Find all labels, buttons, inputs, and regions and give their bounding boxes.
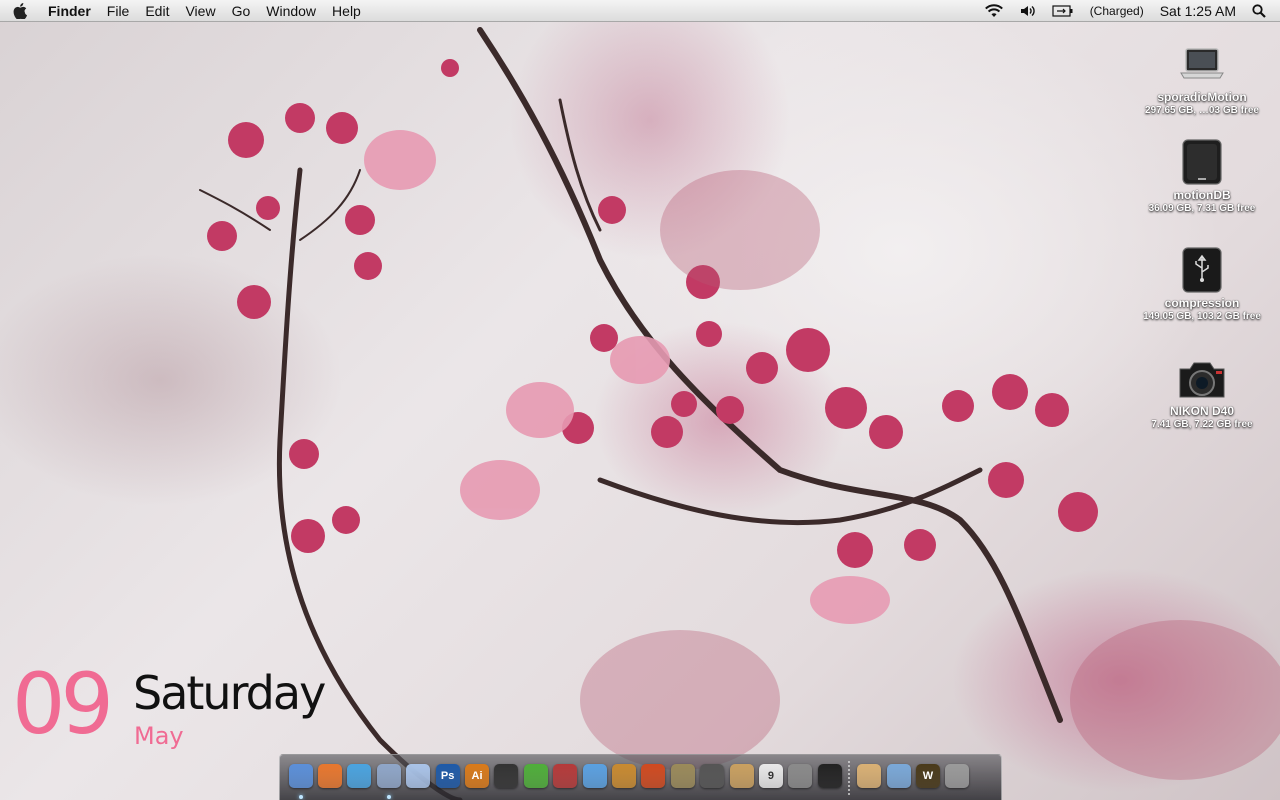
drive-name: sporadicMotion <box>1157 90 1247 104</box>
drive-info: 297.65 GB, …03 GB free <box>1145 105 1259 116</box>
address-book-icon <box>729 763 754 788</box>
stack-documents-icon <box>857 763 882 788</box>
dock-item-ical[interactable]: 9 <box>756 761 785 791</box>
dock-item-aperture[interactable] <box>492 761 521 791</box>
drive-info: 7.41 GB, 7.22 GB free <box>1151 419 1253 430</box>
dock-item-finder[interactable] <box>286 761 315 799</box>
battery-icon[interactable] <box>1044 5 1082 17</box>
world-of-warcraft-icon: W <box>915 763 940 788</box>
quicktime-icon <box>700 763 725 788</box>
menu-app-finder[interactable]: Finder <box>40 0 99 22</box>
dock-item-illustrator[interactable]: Ai <box>462 761 491 791</box>
app-red-icon <box>553 763 578 788</box>
desktop: Finder File Edit View Go Window Help (Ch… <box>0 0 1280 800</box>
dock-item-firefox[interactable] <box>315 761 344 791</box>
photoshop-icon: Ps <box>435 763 460 788</box>
dock: Ps Ai 9 W <box>279 754 1002 800</box>
volume-icon[interactable] <box>1012 4 1044 18</box>
leaf-icon <box>523 763 548 788</box>
running-indicator <box>298 794 303 799</box>
dock-item-propellerhead[interactable] <box>639 761 668 791</box>
drive-name: motionDB <box>1173 188 1231 202</box>
dock-item-app-red[interactable] <box>551 761 580 791</box>
menu-edit[interactable]: Edit <box>137 0 177 22</box>
dock-item-system-preferences[interactable] <box>786 761 815 791</box>
dock-item-address-book[interactable] <box>727 761 756 791</box>
dock-item-garageband[interactable] <box>609 761 638 791</box>
menu-window[interactable]: Window <box>258 0 324 22</box>
dock-separator[interactable] <box>848 760 851 795</box>
trash-icon <box>945 763 970 788</box>
ical-icon: 9 <box>758 763 783 788</box>
drive-info: 149.05 GB, 103.2 GB free <box>1143 311 1261 322</box>
date-day-number: 09 <box>12 655 114 753</box>
menu-bar: Finder File Edit View Go Window Help (Ch… <box>0 0 1280 22</box>
drive-info: 36.09 GB, 7.31 GB free <box>1148 203 1256 214</box>
dock-item-safari[interactable] <box>345 761 374 791</box>
laptop-icon <box>1132 40 1272 88</box>
stack-folder-icon <box>886 763 911 788</box>
terminal-icon <box>817 763 842 788</box>
imovie-star-icon <box>670 763 695 788</box>
dock-item-photoshop[interactable]: Ps <box>433 761 462 791</box>
date-weekday: Saturday <box>133 666 326 720</box>
drive-name: compression <box>1164 296 1240 310</box>
menu-go[interactable]: Go <box>224 0 259 22</box>
dock-item-stack-folder[interactable] <box>884 761 913 791</box>
safari-icon <box>347 763 372 788</box>
dock-item-trash[interactable] <box>943 761 972 791</box>
dock-item-quicktime[interactable] <box>697 761 726 791</box>
usb-drive-icon <box>1132 246 1272 294</box>
dock-item-world-of-warcraft[interactable]: W <box>913 761 942 791</box>
wifi-icon[interactable] <box>976 4 1012 18</box>
desktop-icon-nikon-d40[interactable]: NIKON D40 7.41 GB, 7.22 GB free <box>1132 354 1272 430</box>
dock-item-itunes[interactable] <box>580 761 609 791</box>
dock-item-imovie-star[interactable] <box>668 761 697 791</box>
finder-icon <box>288 763 313 788</box>
mail-icon <box>376 763 401 788</box>
menu-view[interactable]: View <box>177 0 223 22</box>
camera-icon <box>1132 354 1272 402</box>
system-preferences-icon <box>788 763 813 788</box>
menu-file[interactable]: File <box>99 0 138 22</box>
illustrator-icon: Ai <box>465 763 490 788</box>
menu-clock[interactable]: Sat 1:25 AM <box>1152 0 1244 22</box>
itunes-icon <box>582 763 607 788</box>
external-drive-icon <box>1132 138 1272 186</box>
aperture-icon <box>494 763 519 788</box>
spotlight-search-icon[interactable] <box>1244 4 1280 18</box>
date-month: May <box>134 722 184 750</box>
dock-item-mail[interactable] <box>374 761 403 799</box>
battery-status[interactable]: (Charged) <box>1082 0 1152 22</box>
firefox-icon <box>318 763 343 788</box>
apple-menu-icon[interactable] <box>0 0 40 22</box>
desktop-icon-compression[interactable]: compression 149.05 GB, 103.2 GB free <box>1132 246 1272 322</box>
desktop-icon-motiondb[interactable]: motionDB 36.09 GB, 7.31 GB free <box>1132 138 1272 214</box>
desktop-icon-sporadicmotion[interactable]: sporadicMotion 297.65 GB, …03 GB free <box>1132 40 1272 116</box>
ichat-icon <box>406 763 431 788</box>
garageband-icon <box>611 763 636 788</box>
drive-name: NIKON D40 <box>1169 404 1234 418</box>
propellerhead-icon <box>641 763 666 788</box>
dock-item-terminal[interactable] <box>815 761 844 791</box>
dock-item-ichat[interactable] <box>404 761 433 791</box>
dock-item-leaf[interactable] <box>521 761 550 791</box>
menu-help[interactable]: Help <box>324 0 369 22</box>
running-indicator <box>386 794 391 799</box>
dock-item-stack-documents[interactable] <box>854 761 883 791</box>
